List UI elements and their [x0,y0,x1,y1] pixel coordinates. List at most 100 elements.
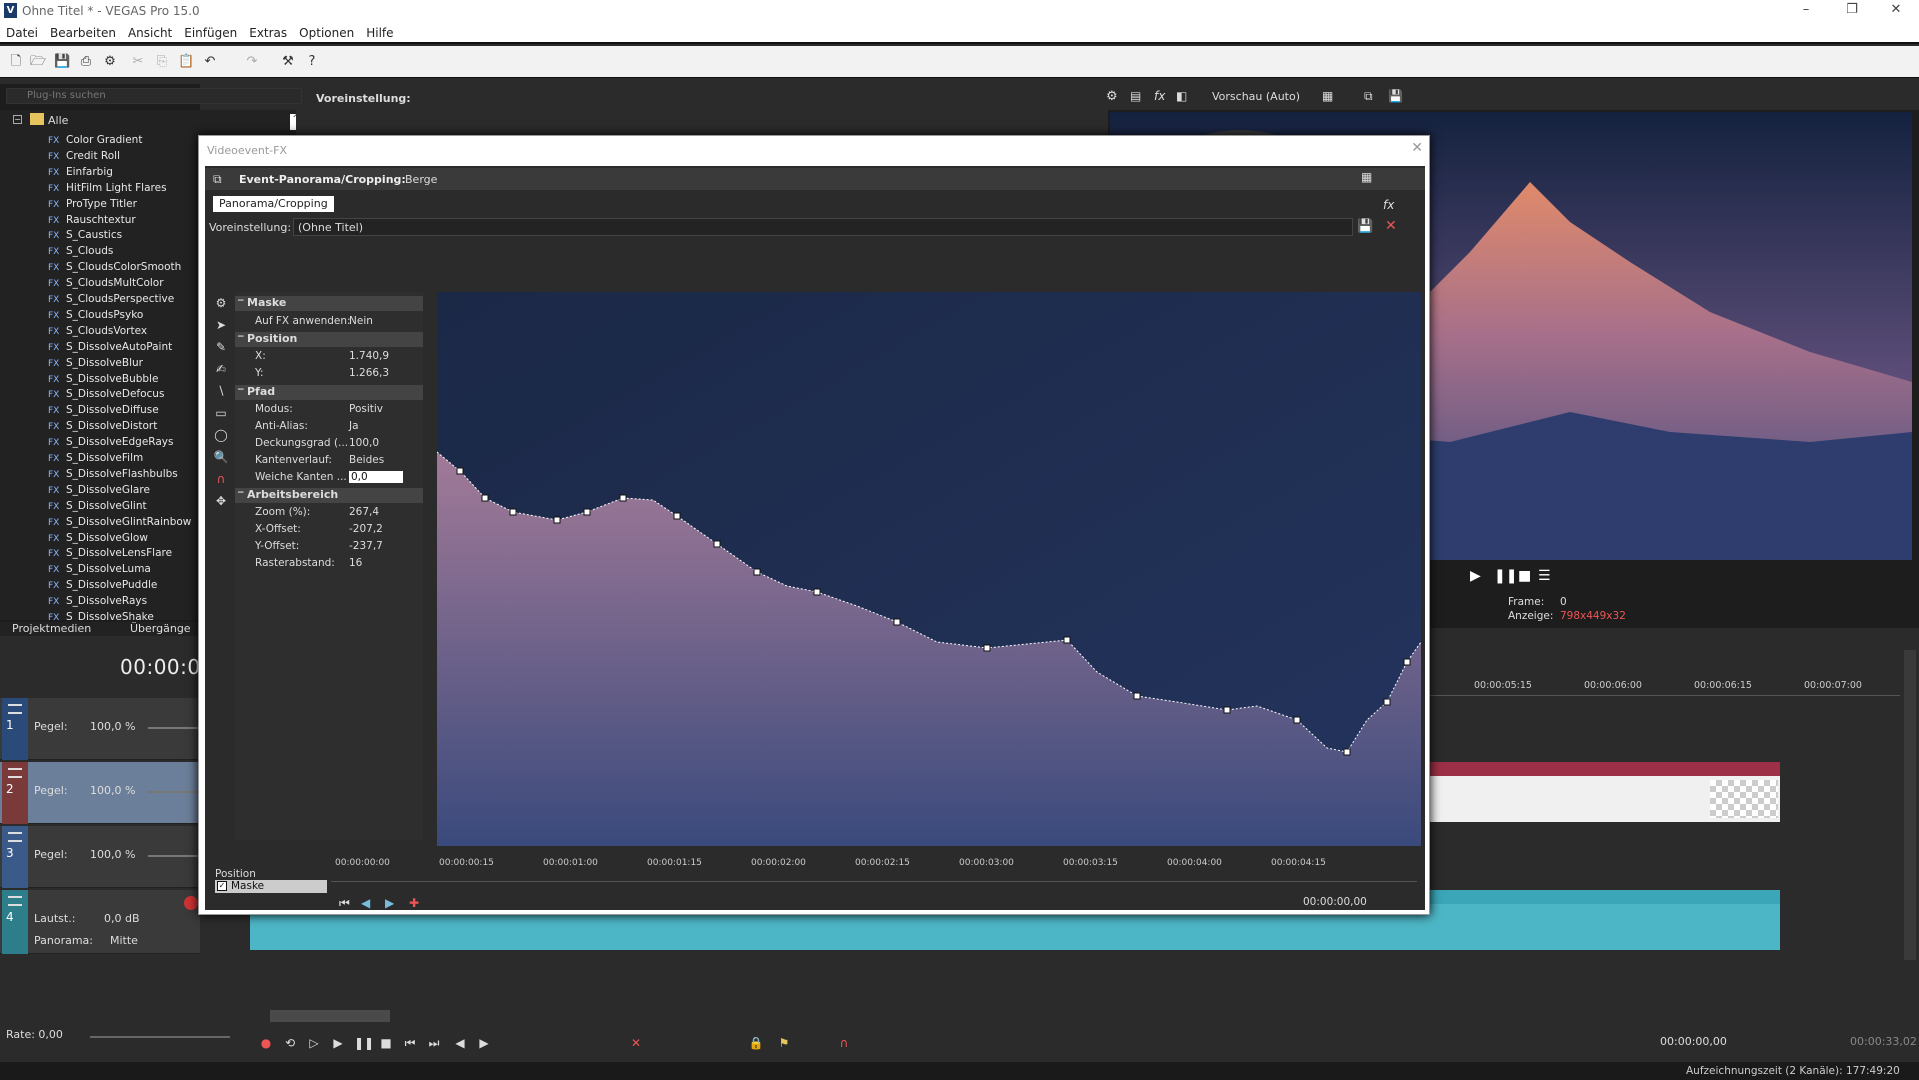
stop-button[interactable]: ■ [1518,568,1531,584]
delete-icon[interactable]: ✕ [628,1036,644,1052]
menu-hilfe[interactable]: Hilfe [360,22,399,40]
preview-quality-select[interactable]: Vorschau (Auto) [1212,90,1300,103]
track-menu-icon[interactable] [8,704,22,714]
move-tool-icon[interactable]: ✥ [213,494,229,510]
save-preset-icon[interactable]: 💾 [1357,219,1373,234]
plugin-item[interactable]: FX S_DissolveGlintRainbow [48,516,191,532]
plugin-item[interactable]: FX S_DissolveLuma [48,563,151,579]
menu-ansicht[interactable]: Ansicht [122,22,178,40]
plugin-item[interactable]: FX S_DissolveDistort [48,420,157,436]
tab-projektmedien[interactable]: Projektmedien [12,622,91,635]
prop-zoom[interactable]: Zoom (%): 267,4 [235,504,423,521]
tab-uebergaenge[interactable]: Übergänge [130,622,191,635]
anchor-tool-icon[interactable]: ✎ [213,340,229,356]
next-frame-icon[interactable]: ▶ [476,1036,492,1052]
undo-icon[interactable]: ↶ [202,54,218,70]
chain-view-icon[interactable]: ▦ [1361,170,1379,188]
maske-checkbox[interactable]: ✓ [217,881,227,891]
plugin-item[interactable]: FX Credit Roll [48,150,120,166]
plugin-item[interactable]: FX S_DissolvePuddle [48,579,157,595]
prop-y[interactable]: Y: 1.266,3 [235,365,423,382]
fx-plugin-chip[interactable]: Panorama/Cropping [213,196,334,212]
lock-icon[interactable]: 🔒 [748,1036,764,1052]
close-button[interactable]: ✕ [1876,2,1916,20]
plugin-item[interactable]: FX S_DissolveBubble [48,373,158,389]
line-tool-icon[interactable]: ∖ [213,384,229,400]
prop-kantenverlauf[interactable]: Kantenverlauf: Beides [235,452,423,469]
section-pfad[interactable]: Pfad [235,385,423,400]
cut-icon[interactable]: ✂ [130,54,146,70]
plugin-item[interactable]: FX S_DissolveGlow [48,532,148,548]
prop-y-offset[interactable]: Y-Offset: -237,7 [235,538,423,555]
timeline-hscroll[interactable] [270,1010,390,1022]
video-track-3[interactable]: 3 Pegel: 100,0 % [0,826,200,888]
plugin-item[interactable]: FX S_DissolveDefocus [48,388,164,404]
copy-snapshot-icon[interactable]: ⧉ [1364,89,1373,104]
help-icon[interactable]: ? [304,54,320,70]
scroll-up-button[interactable]: ^ [290,114,296,130]
project-properties-icon[interactable]: ▤ [1130,89,1141,103]
pause-icon[interactable]: ❚❚ [354,1036,374,1052]
plugin-item[interactable]: FX ProType Titler [48,198,137,214]
plugin-item[interactable]: FX S_DissolveGlare [48,484,150,500]
fx-icon[interactable]: fx [1383,198,1394,212]
plugin-item[interactable]: FX Einfarbig [48,166,113,182]
prop-x[interactable]: X: 1.740,9 [235,348,423,365]
snap-icon[interactable]: ∩ [836,1036,852,1052]
plugin-item[interactable]: FX S_CloudsPsyko [48,309,143,325]
snap-tool-icon[interactable]: ∩ [213,472,229,488]
select-tool-icon[interactable]: ➤ [213,318,229,334]
plugin-search-input[interactable]: Plug-Ins suchen [6,88,302,104]
plugin-item[interactable]: FX S_DissolveAutoPaint [48,341,172,357]
save-snapshot-icon[interactable]: 💾 [1388,89,1403,103]
plugin-item[interactable]: FX S_CloudsMultColor [48,277,164,293]
prev-frame-icon[interactable]: ◀ [452,1036,468,1052]
section-arbeitsbereich[interactable]: Arbeitsbereich [235,488,423,503]
plugin-item[interactable]: FX S_CloudsColorSmooth [48,261,181,277]
settings-icon[interactable]: ⚙ [213,296,229,312]
feather-input[interactable]: 0,0 [349,471,403,483]
plugin-item[interactable]: FX S_Caustics [48,229,122,245]
plugin-item[interactable]: FX S_DissolveEdgeRays [48,436,173,452]
section-maske[interactable]: Maske [235,296,423,311]
kf-add-icon[interactable]: ✚ [409,896,419,910]
prop-weiche-kanten[interactable]: Weiche Kanten ... 0,0 [235,469,423,486]
collapse-icon[interactable]: − [13,115,22,124]
kf-track-position[interactable]: Position [215,868,327,880]
kf-first-icon[interactable]: ⏮ [339,896,350,911]
fx-icon[interactable]: fx [1154,89,1165,103]
play-from-start-icon[interactable]: ▷ [306,1036,322,1052]
prop-anti-alias[interactable]: Anti-Alias: Ja [235,418,423,435]
audio-track-4[interactable]: 4 Lautst.: 0,0 dB Panorama: Mitte [0,890,200,954]
tree-root-label[interactable]: Alle [48,114,68,127]
track-menu-icon[interactable] [8,896,22,906]
rectangle-tool-icon[interactable]: ▭ [213,406,229,422]
prop-x-offset[interactable]: X-Offset: -207,2 [235,521,423,538]
timeline-vscroll[interactable] [1904,650,1916,960]
plugin-item[interactable]: FX S_DissolveShake [48,611,154,620]
plugin-item[interactable]: FX S_DissolveDiffuse [48,404,159,420]
paste-icon[interactable]: 📋 [178,54,194,70]
render-icon[interactable]: ⎙ [78,54,94,70]
section-position[interactable]: Position [235,332,423,347]
plugin-item[interactable]: FX S_DissolveRays [48,595,147,611]
prop-deckungsgrad[interactable]: Deckungsgrad (... 100,0 [235,435,423,452]
mute-icon[interactable] [184,896,198,910]
zoom-tool-icon[interactable]: 🔍 [213,450,229,466]
record-icon[interactable]: ● [258,1036,274,1052]
menu-bearbeiten[interactable]: Bearbeiten [44,22,122,40]
plugin-item[interactable]: FX S_DissolveLensFlare [48,547,172,563]
plugin-item[interactable]: FX S_DissolveFlashbulbs [48,468,178,484]
plugin-item[interactable]: FX S_DissolveBlur [48,357,143,373]
menu-extras[interactable]: Extras [243,22,293,40]
level-slider[interactable] [148,791,198,793]
plugin-item[interactable]: FX HitFilm Light Flares [48,182,167,198]
preview-menu-icon[interactable]: ☰ [1538,568,1551,584]
level-slider[interactable] [148,727,198,729]
mask-canvas[interactable] [437,292,1421,846]
go-end-icon[interactable]: ⏭ [426,1036,442,1052]
stop-icon[interactable]: ■ [378,1036,394,1052]
split-screen-icon[interactable]: ◧ [1176,89,1187,103]
delete-preset-icon[interactable]: ✕ [1385,218,1397,234]
kf-prev-icon[interactable]: ◀ [361,896,370,910]
